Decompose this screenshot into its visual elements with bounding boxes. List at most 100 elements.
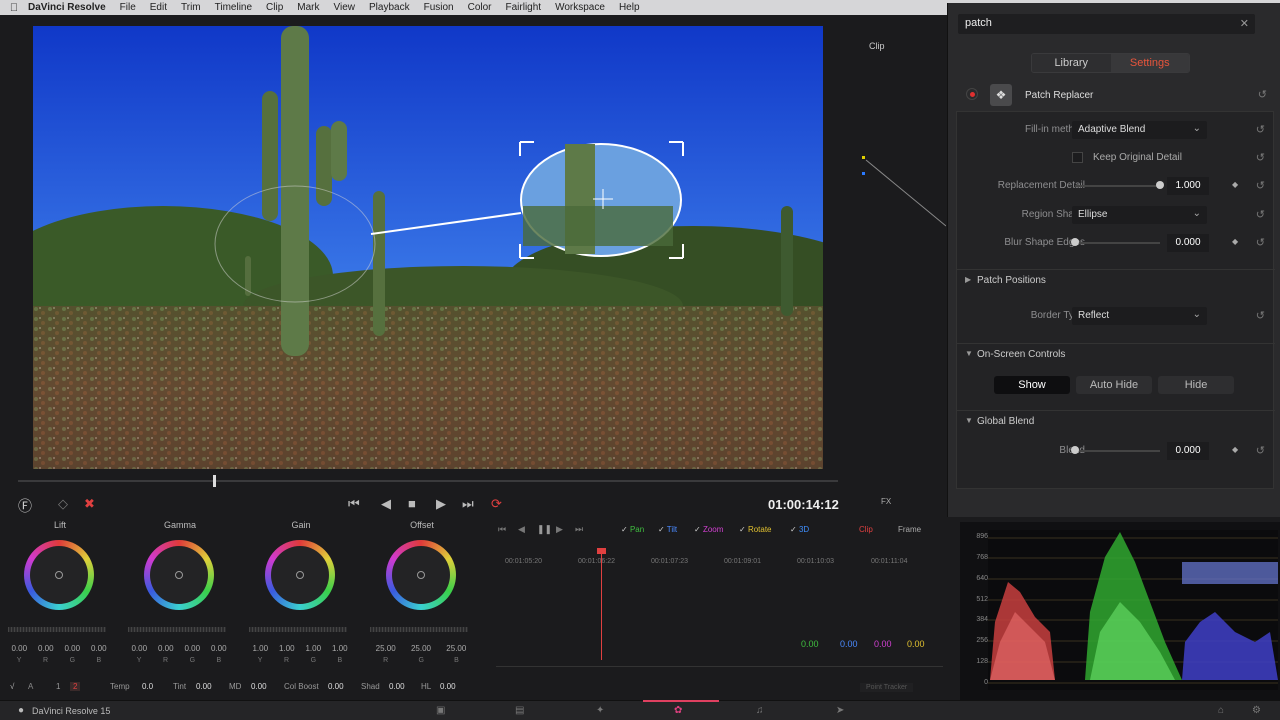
- keyframe-icon[interactable]: ◆: [1232, 237, 1238, 246]
- track-back-icon[interactable]: ◀: [518, 524, 525, 535]
- wheel-value[interactable]: 25.00: [446, 644, 466, 653]
- keyframe-icon[interactable]: ◆: [1232, 445, 1238, 454]
- plugin-reset-icon[interactable]: ↺: [1258, 88, 1267, 101]
- menu-fairlight[interactable]: Fairlight: [506, 2, 542, 13]
- tab-library[interactable]: Library: [1032, 54, 1111, 72]
- fill-method-dropdown[interactable]: Adaptive Blend ⌄: [1072, 121, 1207, 139]
- wheel-value[interactable]: 0.00: [158, 644, 174, 653]
- menu-playback[interactable]: Playback: [369, 2, 410, 13]
- menu-trim[interactable]: Trim: [181, 2, 201, 13]
- fusion-page-icon[interactable]: ✦: [596, 705, 604, 716]
- tracker-scroll[interactable]: [496, 666, 943, 667]
- auto-balance-icon[interactable]: A: [28, 682, 33, 691]
- edit-page-icon[interactable]: ▤: [515, 705, 524, 716]
- wheel-value[interactable]: 0.00: [211, 644, 227, 653]
- stop-button[interactable]: ■: [408, 496, 416, 511]
- track-forward-icon[interactable]: ▶: [556, 524, 563, 535]
- menu-edit[interactable]: Edit: [150, 2, 167, 13]
- plugin-enable-toggle[interactable]: [966, 88, 978, 100]
- wheel-value[interactable]: 0.00: [11, 644, 27, 653]
- home-icon[interactable]: ⌂: [1218, 705, 1224, 716]
- skip-end-button[interactable]: ⏭: [462, 496, 474, 512]
- wheel-value[interactable]: 0.00: [184, 644, 200, 653]
- wheel-value[interactable]: 1.00: [332, 644, 348, 653]
- master-wheel[interactable]: [370, 627, 468, 632]
- reset-icon[interactable]: ↺: [1256, 151, 1265, 164]
- menu-clip[interactable]: Clip: [266, 2, 283, 13]
- menu-timeline[interactable]: Timeline: [215, 2, 252, 13]
- slider-knob[interactable]: [1071, 446, 1079, 454]
- blur-edges-value[interactable]: 0.000: [1167, 234, 1209, 252]
- reset-icon[interactable]: ↺: [1256, 208, 1265, 221]
- play-button[interactable]: ▶: [436, 496, 446, 512]
- hide-button[interactable]: Hide: [1158, 376, 1234, 394]
- layers-icon[interactable]: ◇: [58, 496, 68, 512]
- skip-start-button[interactable]: ⏮: [348, 496, 360, 512]
- patch-positions-section[interactable]: ▶ Patch Positions: [957, 269, 1275, 291]
- slider-knob[interactable]: [1156, 181, 1164, 189]
- reset-icon[interactable]: ↺: [1256, 309, 1265, 322]
- page-2-button[interactable]: 2: [70, 682, 81, 691]
- menu-workspace[interactable]: Workspace: [555, 2, 605, 13]
- auto-hide-button[interactable]: Auto Hide: [1076, 376, 1152, 394]
- keep-detail-checkbox[interactable]: [1072, 152, 1083, 163]
- colboost-value[interactable]: 0.00: [328, 682, 344, 691]
- wheel-value[interactable]: 0.00: [64, 644, 80, 653]
- app-menu[interactable]: DaVinci Resolve: [28, 2, 106, 13]
- search-input[interactable]: [958, 14, 1228, 32]
- reset-icon[interactable]: ↺: [1256, 236, 1265, 249]
- wheel-gain[interactable]: Gain 1.00 1.00 1.00 1.00 Y R G B: [241, 518, 361, 688]
- region-shape-dropdown[interactable]: Ellipse ⌄: [1072, 206, 1207, 224]
- osc-section[interactable]: ▼ On-Screen Controls: [957, 343, 1275, 365]
- master-wheel[interactable]: [8, 627, 106, 632]
- wheel-offset[interactable]: Offset 25.00 25.00 25.00 R G B: [362, 518, 482, 688]
- media-page-icon[interactable]: ▣: [436, 705, 445, 716]
- wheel-puck[interactable]: [417, 571, 425, 579]
- master-wheel[interactable]: [249, 627, 347, 632]
- blend-value[interactable]: 0.000: [1167, 442, 1209, 460]
- wheel-value[interactable]: 1.00: [252, 644, 268, 653]
- show-button[interactable]: Show: [994, 376, 1070, 394]
- wheel-value[interactable]: 25.00: [411, 644, 431, 653]
- wheel-puck[interactable]: [296, 571, 304, 579]
- slider-knob[interactable]: [1071, 238, 1079, 246]
- menu-view[interactable]: View: [334, 2, 356, 13]
- blur-edges-slider[interactable]: [1075, 242, 1160, 244]
- menu-file[interactable]: File: [120, 2, 136, 13]
- hl-value[interactable]: 0.00: [440, 682, 456, 691]
- picker-icon[interactable]: √: [10, 682, 14, 691]
- reset-icon[interactable]: ↺: [1256, 444, 1265, 457]
- global-blend-section[interactable]: ▼ Global Blend: [957, 410, 1275, 432]
- fx-toggle-icon[interactable]: Ⓕ: [18, 496, 32, 516]
- tab-settings[interactable]: Settings: [1110, 54, 1189, 72]
- deliver-page-icon[interactable]: ➤: [836, 705, 844, 716]
- pause-icon[interactable]: ❚❚: [537, 524, 552, 535]
- scrub-bar[interactable]: [18, 480, 838, 482]
- temp-value[interactable]: 0.0: [142, 682, 153, 691]
- wheel-value[interactable]: 1.00: [279, 644, 295, 653]
- blend-slider[interactable]: [1075, 450, 1160, 452]
- 3d-check[interactable]: ✓ 3D: [790, 525, 809, 534]
- step-back-button[interactable]: ◀: [381, 496, 391, 512]
- rotate-check[interactable]: ✓ Rotate: [739, 525, 772, 534]
- wheel-value[interactable]: 0.00: [91, 644, 107, 653]
- wheel-puck[interactable]: [55, 571, 63, 579]
- wheel-lift[interactable]: Lift 0.00 0.00 0.00 0.00 Y R G B: [0, 518, 120, 688]
- color-page-icon[interactable]: ✿: [674, 705, 682, 716]
- fairlight-page-icon[interactable]: ♫: [756, 705, 764, 716]
- md-value[interactable]: 0.00: [251, 682, 267, 691]
- point-tracker-button[interactable]: Point Tracker: [860, 683, 914, 692]
- track-backward-icon[interactable]: ⏮: [498, 524, 506, 535]
- page-1-button[interactable]: 1: [56, 682, 60, 691]
- shad-value[interactable]: 0.00: [389, 682, 405, 691]
- playhead[interactable]: [213, 475, 216, 487]
- keyframe-icon[interactable]: ◆: [1232, 180, 1238, 189]
- menu-help[interactable]: Help: [619, 2, 640, 13]
- frame-button[interactable]: Frame: [898, 525, 921, 534]
- pan-check[interactable]: ✓ Pan: [621, 525, 644, 534]
- clear-search-icon[interactable]: ✕: [1240, 17, 1249, 30]
- border-type-dropdown[interactable]: Reflect ⌄: [1072, 307, 1207, 325]
- tracker-playhead[interactable]: [601, 550, 602, 660]
- wheel-value[interactable]: 25.00: [376, 644, 396, 653]
- reset-icon[interactable]: ↺: [1256, 123, 1265, 136]
